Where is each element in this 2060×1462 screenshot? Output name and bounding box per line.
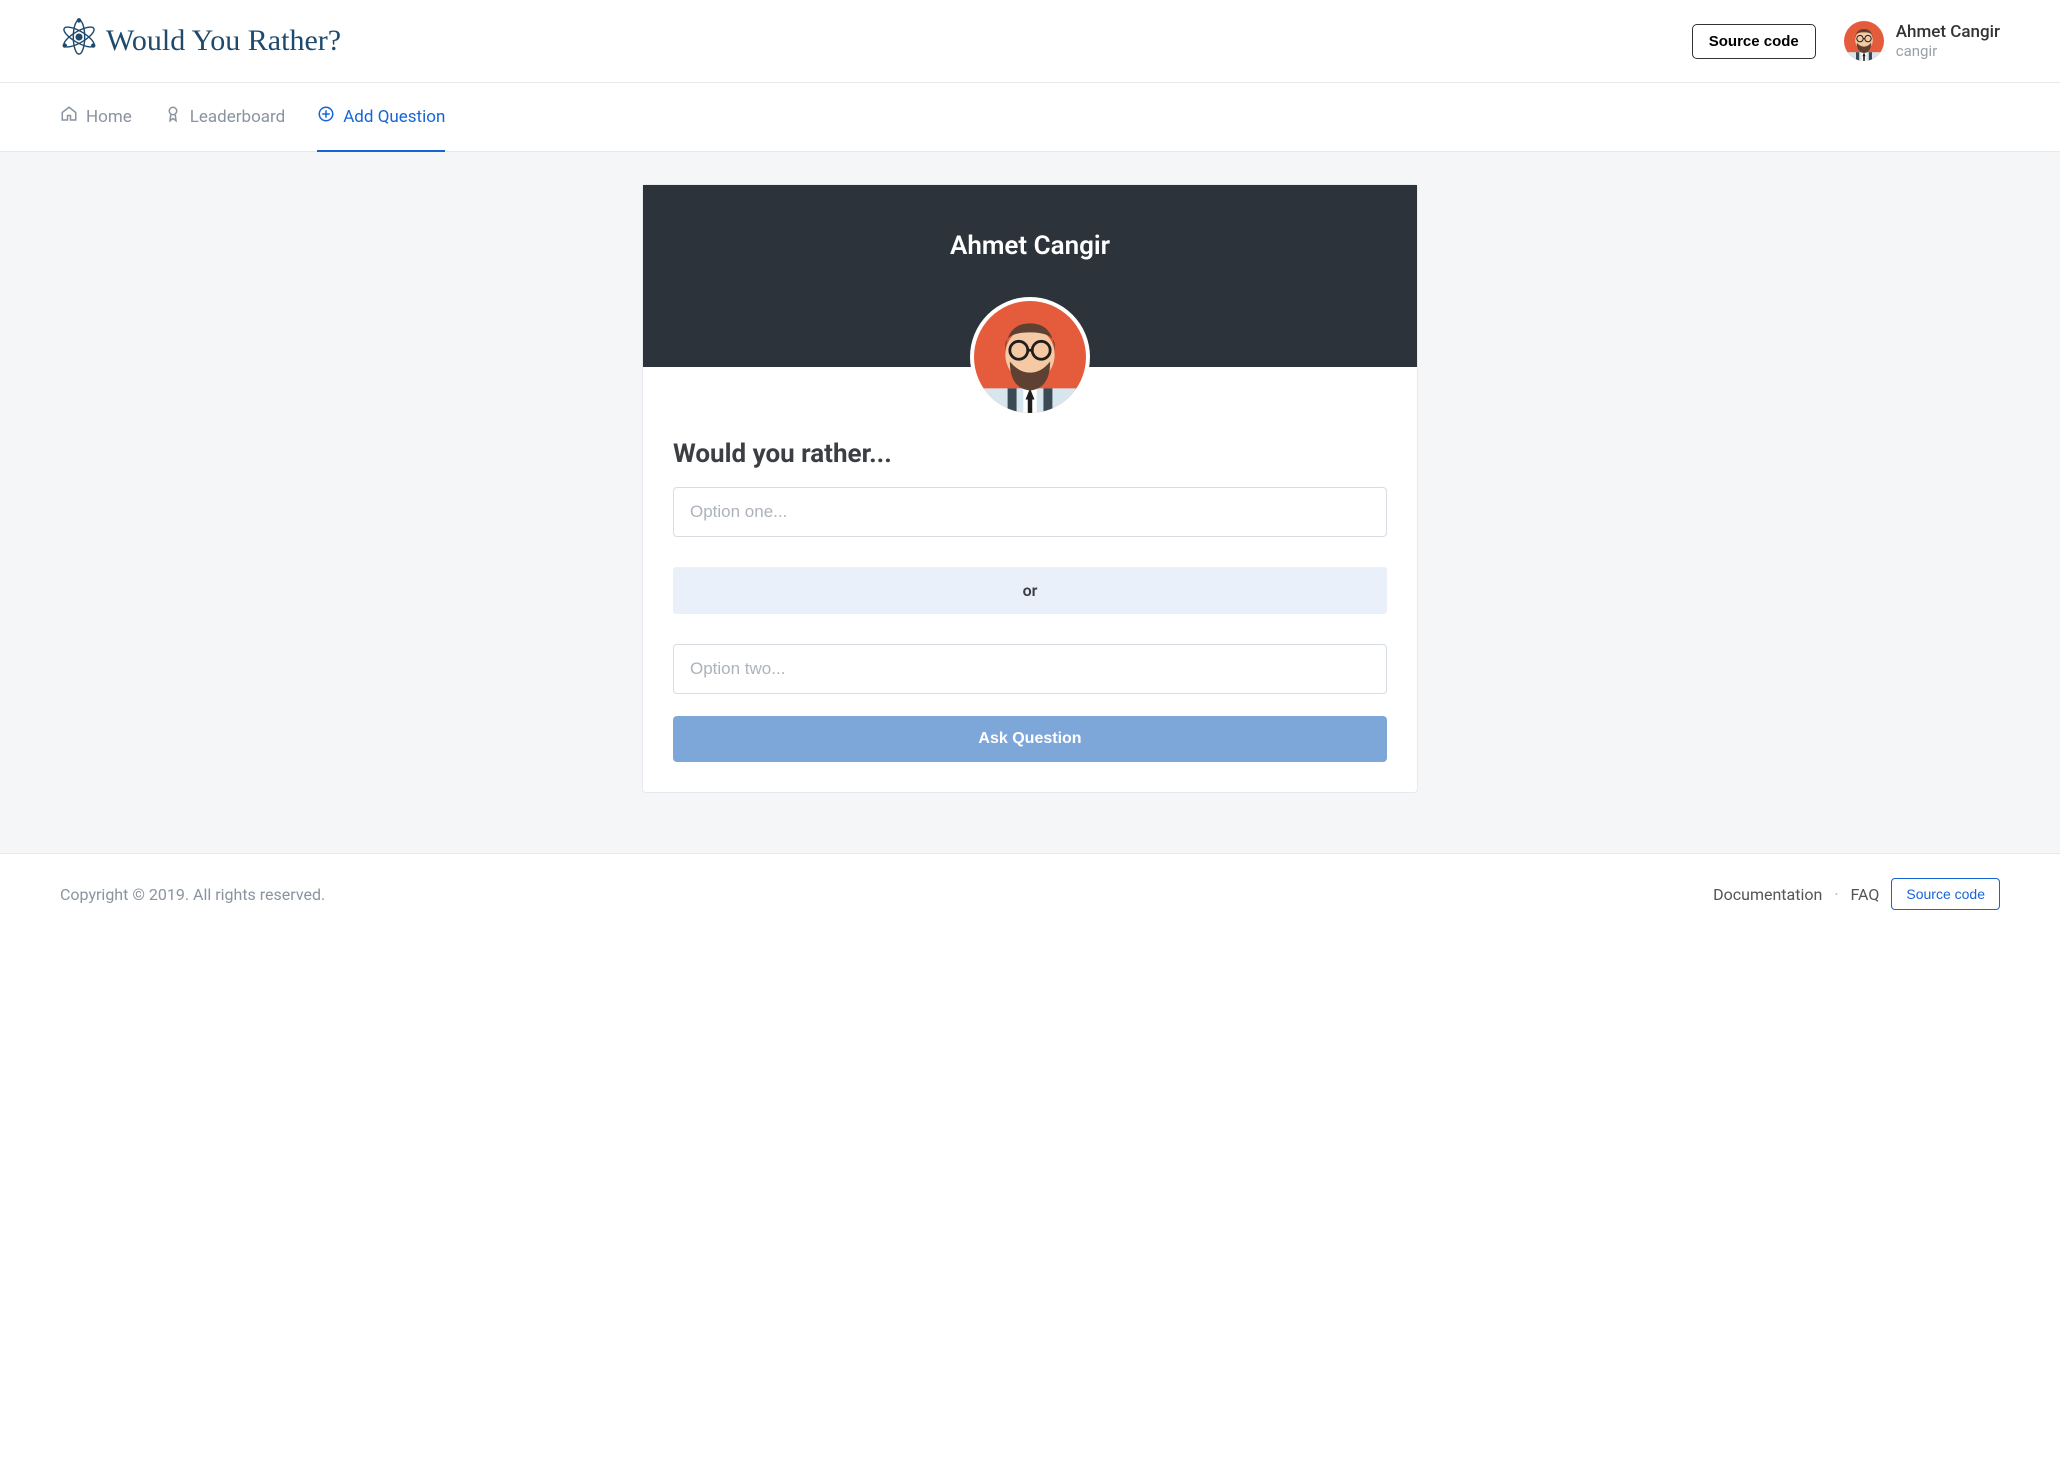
nav-label: Leaderboard xyxy=(190,107,285,127)
footer-faq-link[interactable]: FAQ xyxy=(1851,885,1880,904)
user-menu[interactable]: Ahmet Cangir cangir xyxy=(1844,21,2000,61)
card-author: Ahmet Cangir xyxy=(643,231,1417,261)
add-question-card: Ahmet Cangir Would you rather... or Ask … xyxy=(642,184,1418,793)
ask-question-button[interactable]: Ask Question xyxy=(673,716,1387,762)
footer-copyright: Copyright © 2019. All rights reserved. xyxy=(60,885,325,904)
nav-leaderboard[interactable]: Leaderboard xyxy=(164,83,285,152)
user-handle: cangir xyxy=(1896,42,2000,60)
nav-home[interactable]: Home xyxy=(60,83,132,152)
or-separator: or xyxy=(673,567,1387,614)
brand-logo[interactable]: Would You Rather? xyxy=(60,18,341,64)
nav-label: Add Question xyxy=(343,107,445,127)
nav-add-question[interactable]: Add Question xyxy=(317,83,445,152)
avatar xyxy=(1844,21,1884,61)
option-two-input[interactable] xyxy=(673,644,1387,694)
plus-circle-icon xyxy=(317,105,335,128)
card-prompt: Would you rather... xyxy=(673,439,1387,469)
option-one-input[interactable] xyxy=(673,487,1387,537)
home-icon xyxy=(60,105,78,128)
source-code-button[interactable]: Source code xyxy=(1692,24,1816,59)
badge-icon xyxy=(164,105,182,128)
footer-source-code-button[interactable]: Source code xyxy=(1891,878,2000,910)
atom-icon xyxy=(60,18,98,64)
avatar-large xyxy=(970,297,1090,417)
nav-label: Home xyxy=(86,107,132,127)
footer-documentation-link[interactable]: Documentation xyxy=(1713,885,1822,904)
brand-title: Would You Rather? xyxy=(106,24,341,58)
user-name: Ahmet Cangir xyxy=(1896,22,2000,42)
